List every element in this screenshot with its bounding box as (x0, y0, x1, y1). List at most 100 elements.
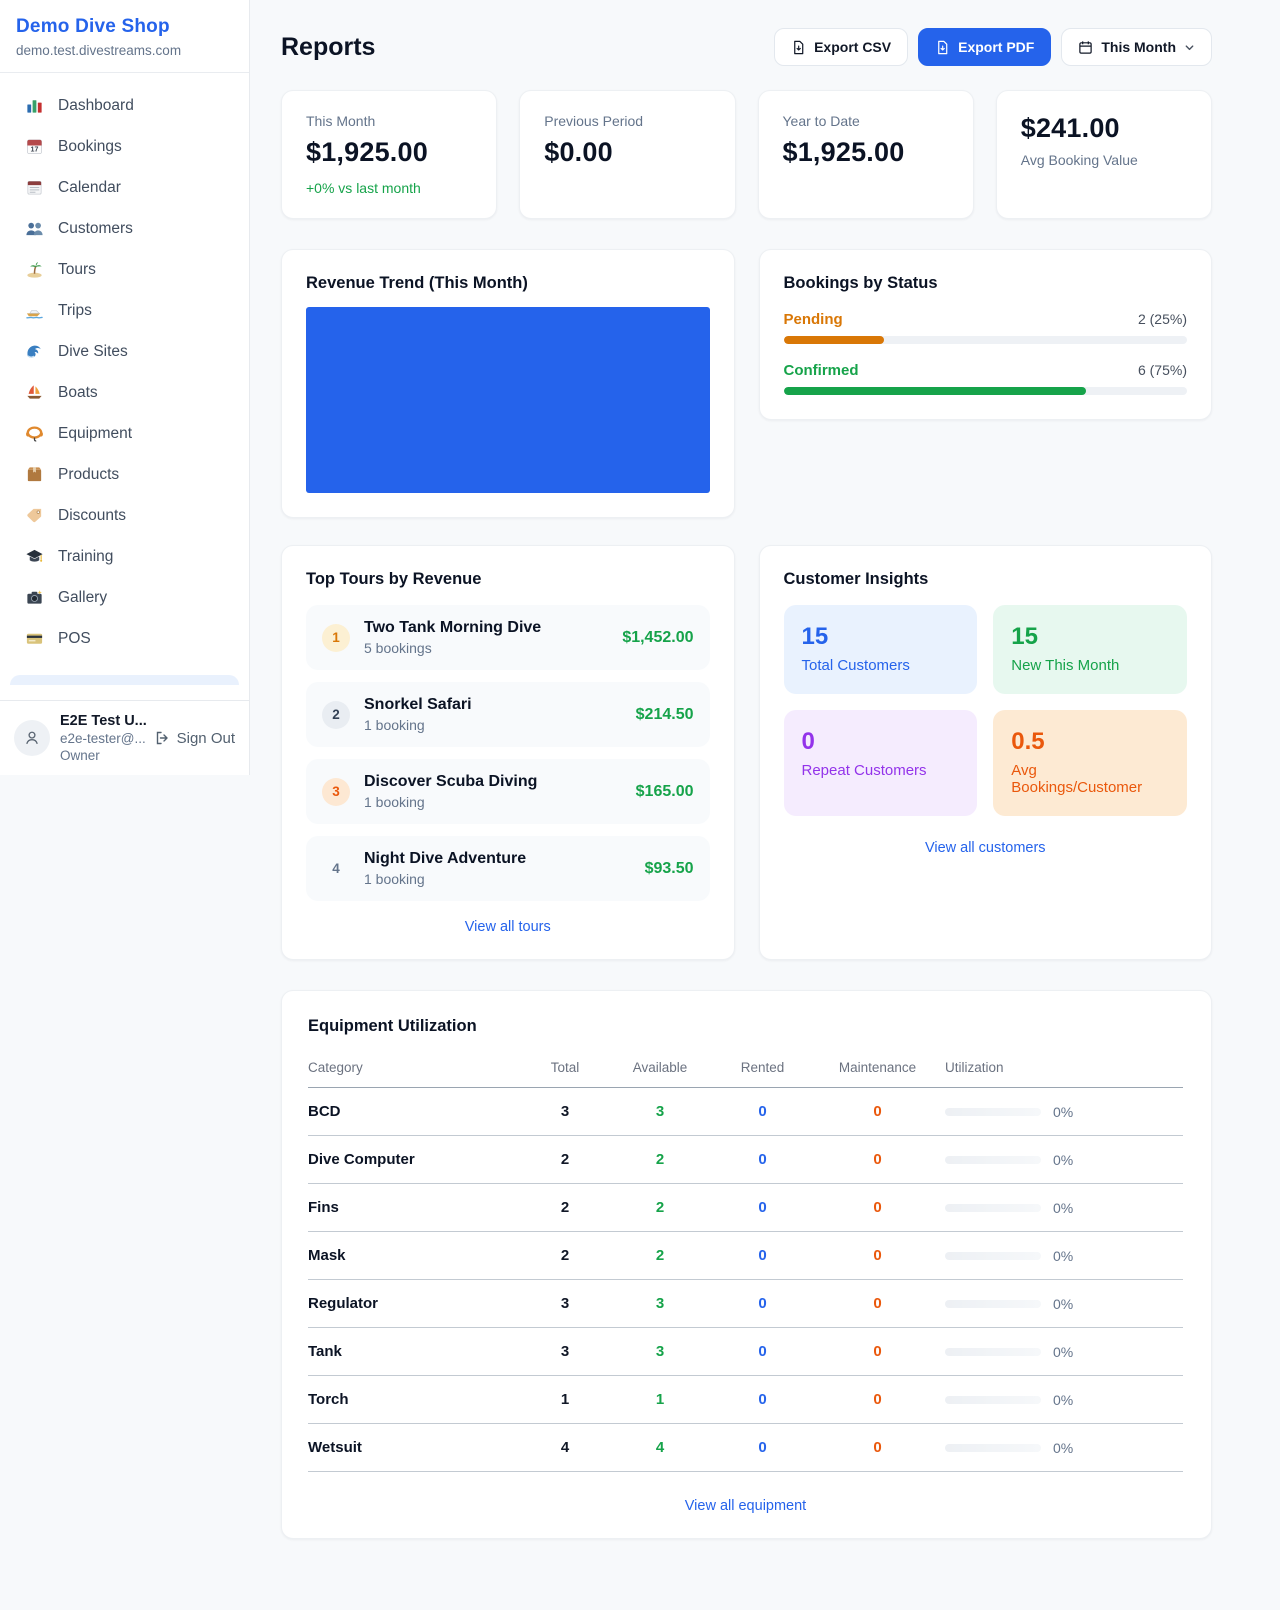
stat-card-year-to-date: Year to Date $1,925.00 (758, 90, 974, 219)
view-all-customers-link[interactable]: View all customers (784, 840, 1188, 856)
sign-out-icon (154, 730, 170, 746)
calendar-icon (1078, 40, 1093, 55)
sidebar-item-products[interactable]: Products (0, 454, 249, 495)
utilization-cell: 0% (945, 1248, 1183, 1264)
available-cell: 2 (605, 1199, 715, 1216)
sign-out-button[interactable]: Sign Out (154, 730, 235, 747)
sidebar-item-gallery[interactable]: Gallery (0, 577, 249, 618)
rented-cell: 0 (715, 1295, 810, 1312)
utilization-pct: 0% (1053, 1248, 1073, 1264)
status-label: Confirmed (784, 362, 859, 379)
sidebar-item-label: Products (58, 466, 119, 484)
stat-value: $1,925.00 (306, 137, 472, 168)
insights-row: Top Tours by Revenue 1 Two Tank Morning … (281, 545, 1212, 960)
tile-value: 15 (1011, 623, 1169, 651)
maintenance-cell: 0 (810, 1247, 945, 1264)
utilization-pct: 0% (1053, 1344, 1073, 1360)
sidebar-item-label: Tours (58, 261, 96, 279)
sidebar-item-dashboard[interactable]: Dashboard (0, 85, 249, 126)
export-csv-button[interactable]: Export CSV (774, 28, 908, 66)
view-all-equipment-link[interactable]: View all equipment (308, 1498, 1183, 1514)
tour-amount: $93.50 (645, 860, 694, 878)
table-row: Mask 2 2 0 0 0% (308, 1232, 1183, 1280)
sidebar-nav: Dashboard 17 Bookings Calendar Customers… (0, 73, 249, 700)
status-row-pending: Pending 2 (25%) (784, 311, 1188, 344)
view-all-tours-link[interactable]: View all tours (306, 919, 710, 935)
avatar (14, 720, 50, 756)
user-footer: E2E Test U... e2e-tester@... Owner Sign … (0, 700, 249, 775)
utilization-pct: 0% (1053, 1152, 1073, 1168)
utilization-cell: 0% (945, 1440, 1183, 1456)
utilization-bar (945, 1396, 1041, 1404)
category-cell: Dive Computer (308, 1151, 525, 1168)
customer-insights-panel: Customer Insights 15 Total Customers 15 … (759, 545, 1213, 960)
desert-island-icon (24, 260, 44, 280)
sidebar-item-reports-partial[interactable] (10, 675, 239, 685)
shop-header: Demo Dive Shop demo.test.divestreams.com (0, 0, 249, 73)
maintenance-cell: 0 (810, 1151, 945, 1168)
panel-title: Customer Insights (784, 570, 1188, 589)
available-cell: 2 (605, 1151, 715, 1168)
utilization-cell: 0% (945, 1296, 1183, 1312)
utilization-cell: 0% (945, 1152, 1183, 1168)
table-row: Dive Computer 2 2 0 0 0% (308, 1136, 1183, 1184)
total-cell: 2 (525, 1151, 605, 1168)
table-row: BCD 3 3 0 0 0% (308, 1088, 1183, 1136)
status-row-confirmed: Confirmed 6 (75%) (784, 362, 1188, 395)
user-role: Owner (60, 748, 144, 763)
progress-track (784, 387, 1188, 395)
rented-cell: 0 (715, 1391, 810, 1408)
category-cell: Regulator (308, 1295, 525, 1312)
sidebar-item-boats[interactable]: Boats (0, 372, 249, 413)
tour-amount: $165.00 (636, 783, 694, 801)
shop-domain: demo.test.divestreams.com (16, 43, 233, 58)
total-cell: 1 (525, 1391, 605, 1408)
stat-label: Year to Date (783, 113, 949, 129)
period-dropdown[interactable]: This Month (1061, 28, 1212, 66)
stat-card-this-month: This Month $1,925.00 +0% vs last month (281, 90, 497, 219)
bar-chart-icon (24, 96, 44, 116)
sidebar-item-customers[interactable]: Customers (0, 208, 249, 249)
sidebar-item-calendar[interactable]: Calendar (0, 167, 249, 208)
sidebar-item-pos[interactable]: POS (0, 618, 249, 659)
tile-label: Repeat Customers (802, 762, 960, 779)
sidebar-item-tours[interactable]: Tours (0, 249, 249, 290)
status-value: 2 (25%) (1138, 311, 1187, 327)
sidebar-item-training[interactable]: Training (0, 536, 249, 577)
status-value: 6 (75%) (1138, 362, 1187, 378)
progress-fill (784, 336, 885, 344)
sidebar-item-trips[interactable]: Trips (0, 290, 249, 331)
available-cell: 4 (605, 1439, 715, 1456)
export-pdf-button[interactable]: Export PDF (918, 28, 1051, 66)
stat-card-previous-period: Previous Period $0.00 (519, 90, 735, 219)
tile-value: 15 (802, 623, 960, 651)
stat-value: $1,925.00 (783, 137, 949, 168)
tour-name: Two Tank Morning Dive (364, 619, 608, 637)
charts-row: Revenue Trend (This Month) Bookings by S… (281, 249, 1212, 518)
utilization-cell: 0% (945, 1200, 1183, 1216)
panel-title: Revenue Trend (This Month) (306, 274, 710, 293)
stat-label: Previous Period (544, 113, 710, 129)
maintenance-cell: 0 (810, 1295, 945, 1312)
available-cell: 3 (605, 1295, 715, 1312)
stat-card-avg-booking-value: $241.00 Avg Booking Value (996, 90, 1212, 219)
panel-title: Top Tours by Revenue (306, 570, 710, 589)
speedboat-icon (24, 301, 44, 321)
tour-bookings: 1 booking (364, 871, 631, 887)
sidebar-item-label: Dive Sites (58, 343, 128, 361)
rank-badge: 2 (322, 701, 350, 729)
sidebar-item-equipment[interactable]: Equipment (0, 413, 249, 454)
sidebar-item-label: Dashboard (58, 97, 134, 115)
utilization-pct: 0% (1053, 1440, 1073, 1456)
rank-badge: 3 (322, 778, 350, 806)
table-row: Tank 3 3 0 0 0% (308, 1328, 1183, 1376)
sidebar-item-label: Training (58, 548, 113, 566)
utilization-cell: 0% (945, 1104, 1183, 1120)
tour-row: 1 Two Tank Morning Dive 5 bookings $1,45… (306, 605, 710, 670)
sidebar-item-discounts[interactable]: Discounts (0, 495, 249, 536)
stat-label: This Month (306, 113, 472, 129)
sidebar-item-bookings[interactable]: 17 Bookings (0, 126, 249, 167)
sidebar-item-dive-sites[interactable]: Dive Sites (0, 331, 249, 372)
user-meta: E2E Test U... e2e-tester@... Owner (60, 713, 144, 763)
user-name: E2E Test U... (60, 713, 144, 729)
